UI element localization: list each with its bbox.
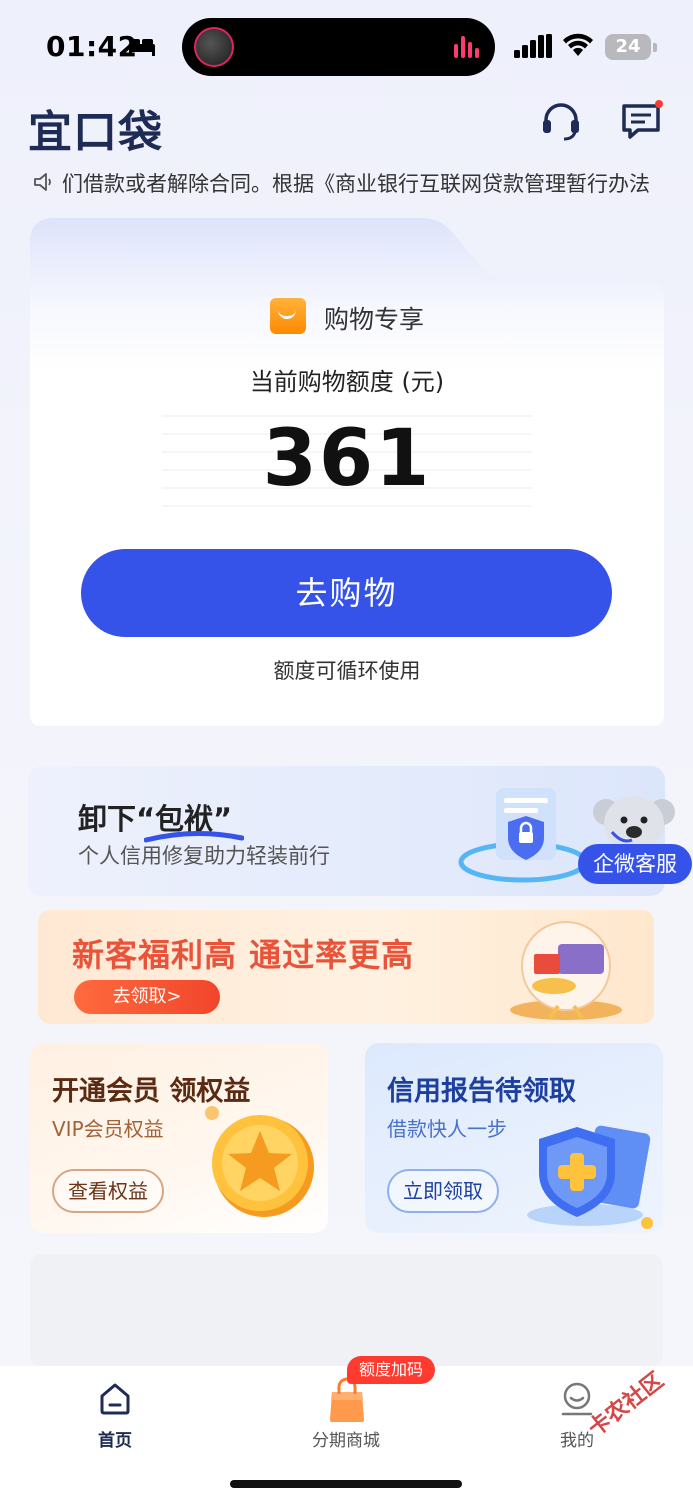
credit-repair-banner[interactable]: 卸下“包袱” 个人信用修复助力轻装前行 [28,766,665,896]
bed-icon [129,39,155,56]
home-indicator[interactable] [230,1480,462,1488]
card-tag-label: 购物专享 [324,305,425,334]
credit-report-card[interactable]: 信用报告待领取 借款快人一步 立即领取 [365,1043,663,1233]
dynamic-island[interactable] [182,18,495,76]
banner-subtitle: 个人信用修复助力轻装前行 [78,844,330,868]
tab-mine-label: 我的 [560,1431,594,1451]
vip-subtitle: VIP会员权益 [52,1117,164,1141]
cycle-note: 额度可循环使用 [273,659,421,683]
credit-subtitle: 借款快人一步 [387,1117,507,1141]
shield-document-icon [458,788,588,883]
signal-icon [514,34,552,58]
content-placeholder [30,1254,663,1366]
notice-text: 们借款或者解除合同。根据《商业银行互联网贷款管理暂行办法 [62,172,650,196]
wecom-service-button[interactable]: 企微客服 [578,844,692,884]
battery-indicator: 24 [605,34,657,60]
card-tag: 购物专享 [270,298,470,340]
vip-card[interactable]: 开通会员 领权益 VIP会员权益 查看权益 [30,1043,328,1233]
battery-level: 24 [605,34,651,60]
mall-badge: 额度加码 [347,1356,435,1384]
home-icon [100,1383,130,1415]
headset-icon[interactable] [540,100,582,142]
bag-icon [270,298,306,334]
app-logo: 宜口袋 [28,107,163,158]
status-time: 01:42 [46,30,138,63]
speaker-icon [34,173,51,191]
gift-globe-icon [510,921,622,1020]
quota-value: 361 [262,414,432,504]
star-coin-icon [205,1106,314,1217]
tab-home[interactable]: 首页 [40,1366,190,1476]
quota-label: 当前购物额度 (元) [249,368,445,396]
claim-report-button[interactable]: 立即领取 [387,1169,499,1213]
claim-button[interactable]: 去领取> [74,980,220,1014]
status-bar: 01:42 24 [0,0,693,90]
notice-bar[interactable]: 们借款或者解除合同。根据《商业银行互联网贷款管理暂行办法 [32,166,662,198]
tab-mall-label: 分期商城 [312,1431,380,1451]
wifi-icon [563,33,593,56]
view-benefits-button[interactable]: 查看权益 [52,1169,164,1213]
message-icon[interactable] [620,100,664,142]
audio-bars-icon [454,36,479,58]
tab-home-label: 首页 [98,1431,132,1451]
newcomer-banner[interactable]: 新客福利高 通过率更高 去领取> [38,910,654,1024]
credit-title: 信用报告待领取 [387,1076,576,1107]
island-avatar [194,27,234,67]
shield-plus-icon [527,1125,653,1229]
go-shopping-button[interactable]: 去购物 [81,549,612,637]
newcomer-title: 新客福利高 通过率更高 [72,936,415,974]
shopping-quota-card: 购物专享 当前购物额度 (元) 361 去购物 额度可循环使用 [30,218,664,726]
